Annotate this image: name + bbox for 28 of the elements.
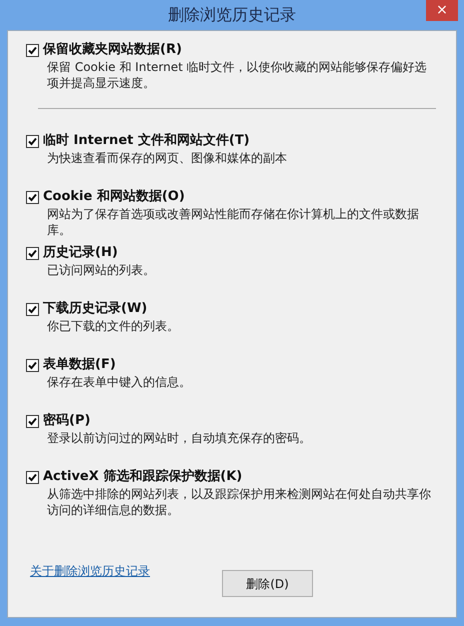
checkbox[interactable] [26, 414, 39, 428]
checkbox[interactable] [26, 302, 39, 316]
option-description: 已访问网站的列表。 [47, 262, 156, 278]
option-label[interactable]: Cookie 和网站数据(O) [43, 188, 185, 206]
checkbox[interactable] [26, 190, 39, 204]
checkbox[interactable] [26, 134, 39, 148]
option-description: 从筛选中排除的网站列表，以及跟踪保护用来检测网站在何处自动共享你访问的详细信息的数据。 [47, 486, 432, 518]
checkbox[interactable] [26, 358, 39, 372]
option-label[interactable]: 表单数据(F) [43, 356, 116, 374]
option-description: 登录以前访问过的网站时，自动填充保存的密码。 [47, 430, 312, 446]
option-label[interactable]: 临时 Internet 文件和网站文件(T) [43, 132, 250, 150]
help-link[interactable]: 关于删除浏览历史记录 [30, 562, 150, 580]
option-label[interactable]: ActiveX 筛选和跟踪保护数据(K) [43, 468, 242, 486]
option-description: 网站为了保存首选项或改善网站性能而存储在你计算机上的文件或数据库。 [47, 206, 420, 238]
option-label[interactable]: 历史记录(H) [43, 244, 118, 262]
checkbox[interactable] [26, 44, 39, 56]
checkbox[interactable] [26, 470, 39, 484]
option-label[interactable]: 保留收藏夹网站数据(R) [43, 41, 182, 59]
option-label[interactable]: 下载历史记录(W) [43, 300, 148, 318]
option-label[interactable]: 密码(P) [43, 412, 90, 430]
window-title: 删除浏览历史记录 [168, 4, 296, 26]
option-description: 你已下载的文件的列表。 [47, 318, 180, 334]
checkbox[interactable] [26, 246, 39, 260]
option-description: 保留 Cookie 和 Internet 临时文件，以使你收藏的网站能够保存偏好选项并提高显示速度。 [47, 59, 428, 91]
option-description: 保存在表单中键入的信息。 [47, 374, 192, 390]
close-button[interactable]: × [426, 0, 458, 21]
option-description: 为快速查看而保存的网页、图像和媒体的副本 [47, 150, 288, 166]
delete-button[interactable]: 删除(D) [222, 570, 313, 597]
